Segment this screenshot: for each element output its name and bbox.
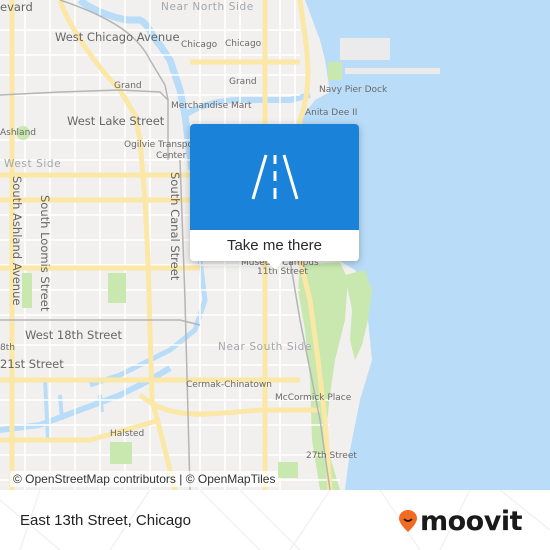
label-27th-street: 27th Street bbox=[306, 451, 357, 461]
label-boulevard: evard bbox=[0, 0, 33, 14]
label-south-canal-street: South Canal Street bbox=[168, 172, 182, 281]
label-grand-station: Grand bbox=[114, 81, 142, 91]
moovit-logo[interactable]: moovit bbox=[398, 505, 523, 537]
popup-header bbox=[190, 124, 359, 230]
map-attribution[interactable]: © OpenStreetMap contributors | © OpenMap… bbox=[10, 471, 279, 487]
label-west-18th-street: West 18th Street bbox=[25, 328, 122, 342]
label-merchandise-mart: Merchandise Mart bbox=[171, 101, 252, 111]
park bbox=[108, 273, 126, 303]
label-near-south-side: Near South Side bbox=[218, 341, 312, 353]
label-mccormick-place: McCormick Place bbox=[275, 393, 352, 403]
label-west-lake-street: West Lake Street bbox=[67, 114, 165, 128]
moovit-wordmark: moovit bbox=[420, 505, 523, 537]
road-icon bbox=[251, 154, 298, 200]
popup-pointer bbox=[266, 260, 284, 270]
label-navy-pier-dock: Navy Pier Dock bbox=[319, 85, 388, 95]
footer-bar: East 13th Street, Chicago moovit bbox=[0, 490, 550, 550]
label-west-chicago-avenue: West Chicago Avenue bbox=[55, 30, 180, 44]
label-near-north-side: Near North Side bbox=[161, 1, 254, 13]
label-cermak-chinatown: Cermak-Chinatown bbox=[186, 380, 272, 390]
label-south-loomis-street: South Loomis Street bbox=[38, 195, 52, 312]
destination-popup: Take me there bbox=[190, 124, 359, 270]
label-18th: 8th bbox=[0, 343, 15, 353]
label-chicago-station-2: Chicago bbox=[225, 39, 262, 49]
label-chicago-station: Chicago bbox=[181, 40, 218, 50]
moovit-pin-icon bbox=[399, 510, 417, 532]
map-view[interactable]: evard Near North Side West Chicago Avenu… bbox=[0, 0, 550, 490]
take-me-there-button[interactable]: Take me there bbox=[190, 230, 359, 261]
place-name: East 13th Street, Chicago bbox=[20, 512, 191, 529]
label-grand-station-2: Grand bbox=[229, 77, 257, 87]
label-anita-dee: Anita Dee II bbox=[305, 108, 358, 118]
label-ogilvie: Ogilvie Transport bbox=[124, 140, 201, 150]
label-south-ashland-avenue: South Ashland Avenue bbox=[10, 176, 24, 306]
label-halsted: Halsted bbox=[110, 429, 145, 439]
label-ogilvie-center: Center bbox=[156, 151, 187, 161]
label-ashland: Ashland bbox=[0, 128, 36, 138]
navy-pier bbox=[340, 38, 390, 60]
label-21st-street: 21st Street bbox=[0, 357, 64, 371]
label-west-side: West Side bbox=[4, 158, 62, 170]
